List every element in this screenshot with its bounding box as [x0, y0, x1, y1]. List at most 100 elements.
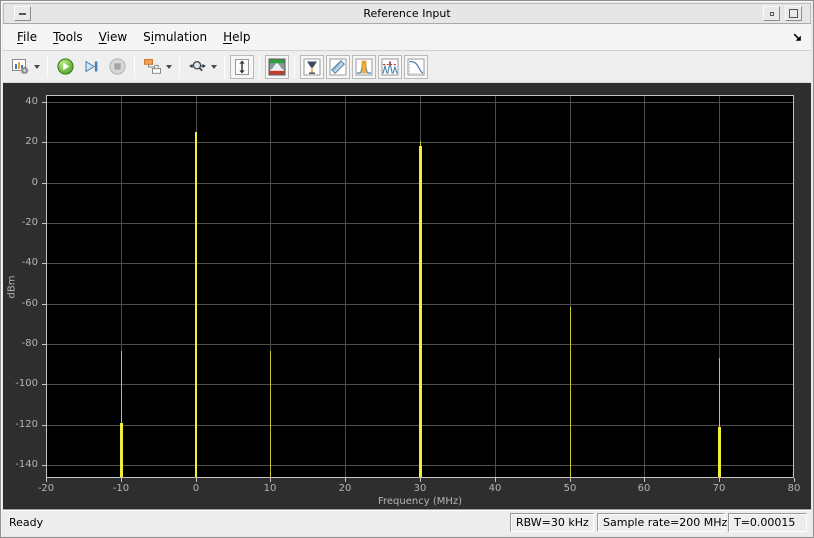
y-tick: [42, 183, 46, 184]
spectrum-spike-bright: [120, 423, 123, 477]
ccdf-measurements-button[interactable]: [404, 54, 428, 79]
y-tick: [42, 344, 46, 345]
y-tick: [42, 465, 46, 466]
x-tick: [121, 478, 122, 482]
step-forward-button[interactable]: [79, 55, 103, 79]
toolbar: [3, 51, 811, 83]
y-tick: [42, 425, 46, 426]
y-tick: [42, 304, 46, 305]
spectrum-view-button[interactable]: [265, 54, 289, 79]
toolbar-separator: [134, 55, 135, 78]
x-tick-label: 10: [263, 483, 277, 494]
window-menu-button[interactable]: [14, 6, 31, 21]
y-tick: [42, 223, 46, 224]
scale-y-axis-icon: [235, 58, 249, 75]
status-sample-rate: Sample rate=200 MHz: [597, 513, 727, 532]
y-tick: [42, 263, 46, 264]
playback-options-icon: [143, 59, 161, 74]
scale-y-axis-button[interactable]: [230, 54, 254, 79]
x-tick-label: 70: [712, 483, 726, 494]
spectrum-settings-icon: [11, 59, 28, 74]
status-rbw: RBW=30 kHz: [510, 513, 594, 532]
spectrum-view-icon: [268, 58, 286, 75]
spectrum-settings-button[interactable]: [8, 55, 32, 79]
window-menu-icon: [19, 12, 26, 15]
toolbar-separator: [259, 55, 260, 78]
x-tick-label: 20: [338, 483, 352, 494]
x-tick-label: 30: [413, 483, 427, 494]
y-tick-label: -60: [21, 298, 38, 309]
y-tick-label: -80: [21, 338, 38, 349]
stop-button[interactable]: [105, 55, 129, 79]
y-tick-label: -140: [15, 459, 38, 470]
y-tick: [42, 102, 46, 103]
x-tick: [794, 478, 795, 482]
status-bar: Ready RBW=30 kHz Sample rate=200 MHz T=0…: [3, 509, 811, 535]
cursor-measurements-button[interactable]: [300, 54, 324, 79]
x-tick: [719, 478, 720, 482]
y-tick: [42, 384, 46, 385]
x-tick-label: 60: [637, 483, 651, 494]
spectrum-settings-dropdown[interactable]: [34, 64, 40, 69]
menu-bar: File Tools View Simulation Help: [3, 24, 811, 51]
peak-finder-button[interactable]: [378, 54, 402, 79]
x-tick-label: 80: [787, 483, 801, 494]
x-tick-label: -10: [112, 483, 130, 494]
menu-tools[interactable]: Tools: [45, 27, 91, 47]
toolbar-separator: [224, 55, 225, 78]
spectrum-spike-bright: [419, 146, 422, 477]
x-tick: [644, 478, 645, 482]
maximize-icon: [789, 9, 798, 18]
x-tick-label: 0: [192, 483, 200, 494]
minimize-icon: [769, 11, 774, 16]
distortion-measurements-button[interactable]: [326, 54, 350, 79]
spectrum-spike: [270, 351, 271, 477]
x-tick: [196, 478, 197, 482]
menu-simulation[interactable]: Simulation: [135, 27, 215, 47]
y-tick-label: -40: [21, 257, 38, 268]
x-tick: [420, 478, 421, 482]
gridline-vertical: [345, 95, 346, 478]
distortion-measurements-icon: [329, 58, 347, 75]
spectrum-spike-bright: [718, 427, 721, 477]
x-axis-title: Frequency (MHz): [377, 496, 463, 507]
y-tick-label: 0: [31, 177, 38, 188]
playback-options-dropdown[interactable]: [166, 64, 172, 69]
channel-measurements-button[interactable]: [352, 54, 376, 79]
menu-view[interactable]: View: [91, 27, 135, 47]
menu-file[interactable]: File: [9, 27, 45, 47]
y-tick-label: -100: [15, 378, 38, 389]
status-time: T=0.00015: [728, 513, 807, 532]
toolbar-separator: [294, 55, 295, 78]
maximize-button[interactable]: [785, 6, 802, 21]
toolbar-separator: [47, 55, 48, 78]
minimize-button[interactable]: [763, 6, 780, 21]
x-tick: [345, 478, 346, 482]
menu-help[interactable]: Help: [215, 27, 258, 47]
toolbar-separator: [179, 55, 180, 78]
gridline-vertical: [644, 95, 645, 478]
window-title: Reference Input: [363, 7, 451, 20]
y-tick-label: -20: [21, 217, 38, 228]
gridline-vertical: [495, 95, 496, 478]
playback-options-button[interactable]: [140, 55, 164, 79]
title-bar[interactable]: Reference Input: [3, 3, 811, 24]
y-tick: [42, 142, 46, 143]
run-button[interactable]: [53, 55, 77, 79]
spectrum-spike: [570, 307, 571, 477]
step-forward-icon: [85, 60, 97, 73]
stop-icon: [108, 58, 126, 75]
y-tick-label: -120: [15, 419, 38, 430]
x-tick-label: 50: [563, 483, 577, 494]
y-axis-title: dBm: [6, 275, 18, 298]
x-tick: [570, 478, 571, 482]
spectrum-analyzer-window: Reference Input File Tools View Simulati…: [0, 0, 814, 538]
channel-measurements-icon: [355, 58, 373, 75]
ccdf-measurements-icon: [407, 58, 425, 75]
dock-arrow-icon[interactable]: [792, 28, 803, 47]
zoom-button[interactable]: [185, 55, 209, 79]
y-tick-label: 20: [25, 136, 38, 147]
x-tick: [495, 478, 496, 482]
zoom-dropdown[interactable]: [211, 64, 217, 69]
x-tick: [270, 478, 271, 482]
